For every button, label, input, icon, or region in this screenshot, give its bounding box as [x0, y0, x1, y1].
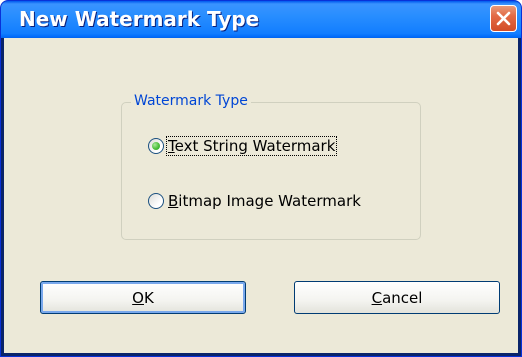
text-string-watermark-option[interactable]: Text String Watermark	[148, 136, 338, 156]
radio-unselected-icon[interactable]	[148, 193, 164, 209]
watermark-type-group: Watermark Type Text String Watermark Bit…	[121, 93, 421, 240]
radio-selected-icon[interactable]	[148, 138, 164, 154]
title-bar[interactable]: New Watermark Type	[1, 1, 521, 38]
ok-button[interactable]: OK	[40, 281, 246, 314]
group-legend: Watermark Type	[131, 93, 251, 109]
window-title: New Watermark Type	[19, 7, 260, 31]
close-icon	[496, 11, 511, 26]
dialog-window: New Watermark Type Watermark Type Text S…	[0, 0, 522, 357]
cancel-button[interactable]: Cancel	[294, 281, 500, 314]
bitmap-image-watermark-option[interactable]: Bitmap Image Watermark	[148, 192, 362, 210]
dialog-body: Watermark Type Text String Watermark Bit…	[4, 38, 518, 353]
bitmap-image-watermark-label[interactable]: Bitmap Image Watermark	[167, 192, 362, 210]
text-string-watermark-label[interactable]: Text String Watermark	[165, 136, 338, 156]
radio-dot	[152, 142, 160, 150]
close-button[interactable]	[490, 5, 517, 32]
